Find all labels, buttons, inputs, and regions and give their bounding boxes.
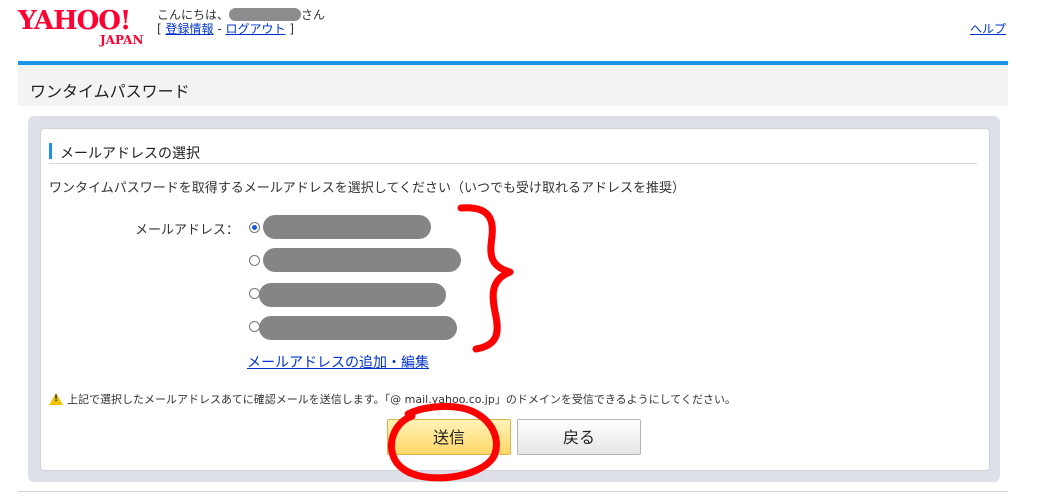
- yahoo-japan-logo[interactable]: YAHOO! JAPAN: [18, 6, 154, 48]
- heading-accent-bar: [49, 143, 52, 159]
- email-radio-2[interactable]: [249, 255, 260, 266]
- separator: -: [217, 22, 222, 36]
- greeting-prefix: こんにちは、: [157, 8, 230, 22]
- form-container: メールアドレスの選択 ワンタイムパスワードを取得するメールアドレスを選択してくだ…: [28, 116, 1000, 482]
- page-title: ワンタイムパスワード: [30, 82, 190, 101]
- warning-message: 上記で選択したメールアドレスあてに確認メールを送信します。「@ mail.yah…: [49, 391, 736, 407]
- logo-subtext: JAPAN: [100, 33, 144, 47]
- help-link[interactable]: ヘルプ: [970, 20, 1006, 37]
- logo-text: YAHOO!: [18, 6, 131, 36]
- redacted-email-1: [263, 215, 431, 239]
- email-label: メールアドレス：: [135, 223, 240, 238]
- send-button[interactable]: 送信: [387, 419, 511, 455]
- email-radio-1[interactable]: [249, 222, 260, 233]
- user-greeting: こんにちは、 さん [ 登録情報 - ログアウト ]: [157, 8, 325, 36]
- page-title-bar: ワンタイムパスワード: [18, 61, 1008, 106]
- register-info-link[interactable]: 登録情報: [166, 22, 214, 36]
- bracket-close: ]: [289, 22, 295, 36]
- add-edit-email-link[interactable]: メールアドレスの追加・編集: [247, 352, 429, 372]
- bracket-open: [: [157, 22, 162, 36]
- redacted-email-4: [259, 316, 457, 340]
- redacted-email-2: [263, 248, 461, 272]
- warning-icon: [49, 393, 63, 405]
- section-title: メールアドレスの選択: [60, 146, 200, 162]
- section-heading: メールアドレスの選択: [49, 137, 977, 164]
- back-button[interactable]: 戻る: [517, 419, 641, 455]
- warning-text: 上記で選択したメールアドレスあてに確認メールを送信します。「@ mail.yah…: [67, 393, 736, 406]
- form-panel: メールアドレスの選択 ワンタイムパスワードを取得するメールアドレスを選択してくだ…: [40, 128, 990, 471]
- header: YAHOO! JAPAN こんにちは、 さん [ 登録情報 - ログアウト ] ヘ…: [0, 0, 1038, 60]
- footer-divider: [18, 491, 1008, 492]
- greeting-suffix: さん: [301, 8, 326, 22]
- redacted-email-3: [259, 283, 446, 307]
- redacted-username: [229, 8, 302, 21]
- section-description: ワンタイムパスワードを取得するメールアドレスを選択してください（いつでも受け取れ…: [49, 181, 685, 196]
- logout-link[interactable]: ログアウト: [226, 22, 286, 36]
